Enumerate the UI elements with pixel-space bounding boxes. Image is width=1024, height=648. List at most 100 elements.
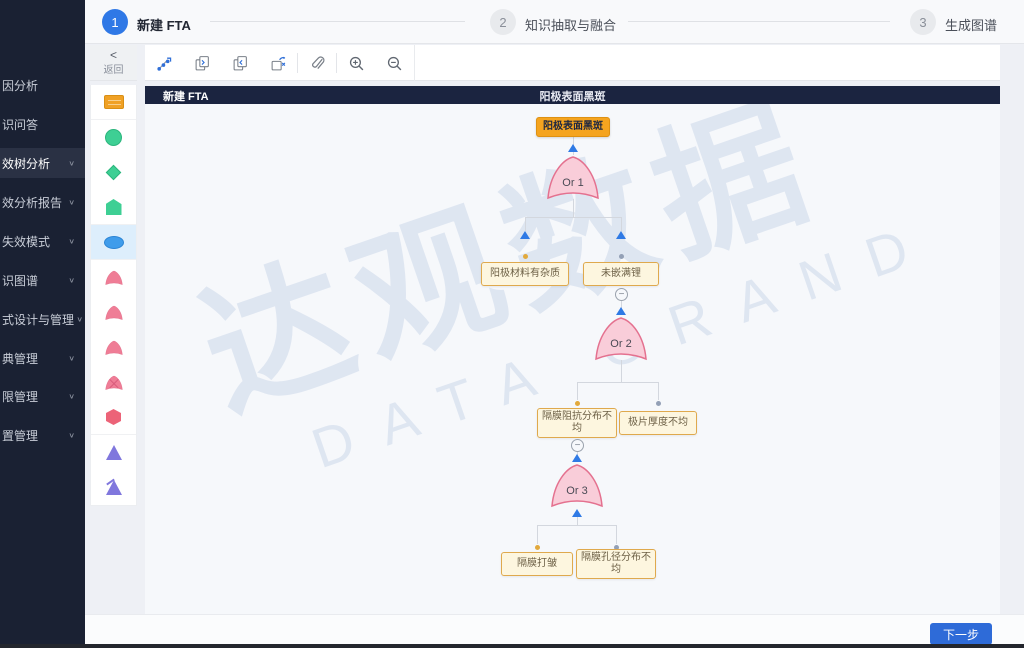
step-1-label: 新建 FTA [137,15,191,34]
step-3-label: 生成图谱 [945,15,997,34]
or-gate-1[interactable]: Or 1 [546,155,600,201]
tree-node-impurity[interactable]: 阳极材料有杂质 [481,262,569,286]
canvas-root-title: 阳极表面黑斑 [145,88,1000,104]
canvas-header-bar: 新建 FTA 阳极表面黑斑 [145,86,1000,104]
hexagon-tool[interactable] [91,400,136,435]
triangle-shape-icon [106,445,122,460]
collapse-toggle[interactable]: − [615,288,628,301]
connector-arrow-icon [520,231,530,239]
duplicate-icon[interactable] [221,45,259,81]
sidebar-item-label: 典管理 [2,350,38,367]
sidebar: 因分析 识问答 效树分析∨ 效分析报告∨ 失效模式∨ 识图谱∨ 式设计与管理∨ … [0,0,85,644]
connector-line [658,382,659,400]
rect-shape-icon [104,95,124,109]
next-step-button[interactable]: 下一步 [930,623,992,645]
step-2-circle: 2 [490,9,516,35]
sidebar-item-label: 式设计与管理 [2,311,74,328]
or-gate-tool[interactable] [91,260,136,295]
circle-tool[interactable] [91,120,136,155]
connector-line [525,217,526,231]
sidebar-item-label: 识问答 [2,116,38,133]
tree-node-root[interactable]: 阳极表面黑斑 [536,117,610,137]
chevron-down-icon: ∨ [68,237,75,246]
sidebar-item-label: 因分析 [2,77,38,94]
clear-format-icon[interactable] [259,45,297,81]
tree-node-separator-wrinkle[interactable]: 隔膜打皱 [501,552,573,576]
event-rect-tool[interactable] [91,85,136,120]
chevron-down-icon: ∨ [68,198,75,207]
connector-line [577,517,578,525]
back-button[interactable]: < 返回 [90,45,137,81]
hexagon-shape-icon [106,409,121,425]
ellipse-tool[interactable] [91,225,136,260]
tool-strip [145,45,415,81]
bottom-edge-bar [0,644,1024,648]
circle-shape-icon [105,129,122,146]
pentagon-tool[interactable] [91,190,136,225]
connector-line [525,217,622,218]
connector-line [577,382,659,383]
or-gate-2[interactable]: Or 2 [594,316,648,362]
sidebar-item-cause-analysis[interactable]: 因分析 [0,70,85,100]
tree-node-electrode-thickness[interactable]: 极片厚度不均 [619,411,697,435]
connector-line [537,525,538,544]
zoom-in-icon[interactable] [337,45,375,81]
step-connector [628,21,890,22]
back-button-label: 返回 [104,61,124,76]
ellipse-shape-icon [104,236,124,249]
port-dot [535,545,540,550]
or-gate-shape-icon [105,270,123,286]
port-dot [656,401,661,406]
or-gate-shape-icon [105,340,123,356]
fta-canvas[interactable]: 达观数据 DATA GRAND 阳极表面黑斑 Or 1 阳极材料有杂 [145,104,1000,614]
connector-arrow-icon [572,509,582,517]
chart-network-icon[interactable] [145,45,183,81]
tree-node-pore-distribution[interactable]: 隔膜孔径分布不均 [576,549,656,579]
sidebar-item-failure-mode[interactable]: 失效模式 ∨ [0,226,85,256]
inhibit-gate-tool[interactable] [91,365,136,400]
sidebar-item-label: 识图谱 [2,272,38,289]
tree-node-separator-impedance[interactable]: 隔膜阻抗分布不均 [537,408,617,438]
or-gate-tool[interactable] [91,295,136,330]
step-1-circle: 1 [102,9,128,35]
gate-label: Or 1 [546,177,600,189]
connector-line [573,199,574,217]
sidebar-item-knowledge-graph[interactable]: 识图谱∨ [0,265,85,295]
sidebar-item-analysis-report[interactable]: 效分析报告∨ [0,187,85,217]
chevron-down-icon: ∨ [76,315,83,324]
canvas-toolbar [145,45,1000,81]
collapse-toggle[interactable]: − [571,439,584,452]
or-gate-3[interactable]: Or 3 [550,463,604,509]
diamond-tool[interactable] [91,155,136,190]
sidebar-item-dictionary-mgmt[interactable]: 典管理∨ [0,343,85,373]
or-gate-shape-icon [105,305,123,321]
tree-node-lithium[interactable]: 未嵌满锂 [583,262,659,286]
port-dot [523,254,528,259]
sidebar-item-config-mgmt[interactable]: 置管理∨ [0,420,85,450]
connector-arrow-icon [616,307,626,315]
gate-label: Or 2 [594,338,648,350]
paperclip-icon[interactable] [298,45,336,81]
chevron-down-icon: ∨ [68,159,75,168]
zoom-out-icon[interactable] [375,45,413,81]
inhibit-gate-shape-icon [105,375,123,391]
port-dot [619,254,624,259]
step-connector [210,21,465,22]
sidebar-item-schema-design[interactable]: 式设计与管理∨ [0,304,85,334]
sidebar-item-knowledge-qa[interactable]: 识问答 [0,109,85,139]
triangle-tool[interactable] [91,435,136,470]
or-gate-tool[interactable] [91,330,136,365]
sidebar-item-label: 失效模式 [2,233,50,250]
chevron-down-icon: ∨ [68,392,75,401]
sidebar-item-label: 置管理 [2,427,38,444]
transfer-triangle-tool[interactable] [91,470,136,505]
pentagon-shape-icon [106,199,122,215]
connector-line [616,525,617,544]
transfer-triangle-shape-icon [106,480,122,495]
connector-line [577,382,578,400]
footer-bar: 下一步 [85,614,1024,644]
connector-line [621,360,622,382]
sidebar-item-permission-mgmt[interactable]: 限管理∨ [0,381,85,411]
sidebar-item-fault-tree-analysis[interactable]: 效树分析∨ [0,148,85,178]
copy-icon[interactable] [183,45,221,81]
